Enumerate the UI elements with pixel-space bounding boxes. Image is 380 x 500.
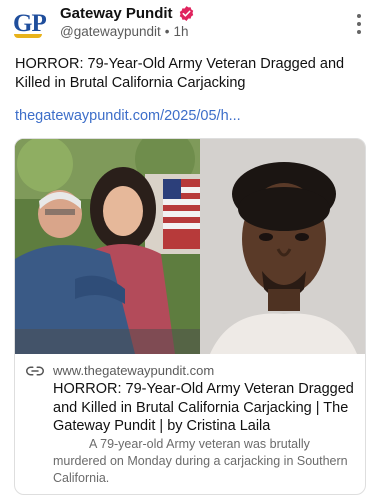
- post-time: 1h: [173, 24, 189, 39]
- card-title[interactable]: HORROR: 79-Year-Old Army Veteran Dragged…: [53, 380, 361, 436]
- post-link[interactable]: thegatewaypundit.com/2025/05/h...: [15, 108, 241, 124]
- name-row: Gateway Pundit: [60, 5, 195, 22]
- verified-badge-icon: [179, 6, 193, 21]
- link-icon: [26, 366, 44, 376]
- avatar[interactable]: GP: [13, 11, 47, 38]
- more-options-icon[interactable]: [356, 14, 362, 34]
- handle-row: @gatewaypundit • 1h: [60, 24, 189, 39]
- handle[interactable]: @gatewaypundit: [60, 24, 161, 39]
- card-domain: www.thegatewaypundit.com: [53, 363, 215, 378]
- photo-suspect-mugshot: [200, 139, 365, 354]
- avatar-swoosh: [14, 34, 42, 38]
- post-text: HORROR: 79-Year-Old Army Veteran Dragged…: [15, 56, 345, 91]
- photo-veteran-and-woman: [15, 139, 200, 354]
- separator-dot: •: [164, 24, 170, 39]
- card-description: A 79-year-old Army veteran was brutally …: [53, 437, 348, 485]
- link-preview-card[interactable]: www.thegatewaypundit.com HORROR: 79-Year…: [14, 138, 366, 495]
- post-header: GP Gateway Pundit @gatewaypundit • 1h: [0, 0, 380, 52]
- display-name[interactable]: Gateway Pundit: [60, 5, 173, 22]
- card-images: [15, 139, 365, 354]
